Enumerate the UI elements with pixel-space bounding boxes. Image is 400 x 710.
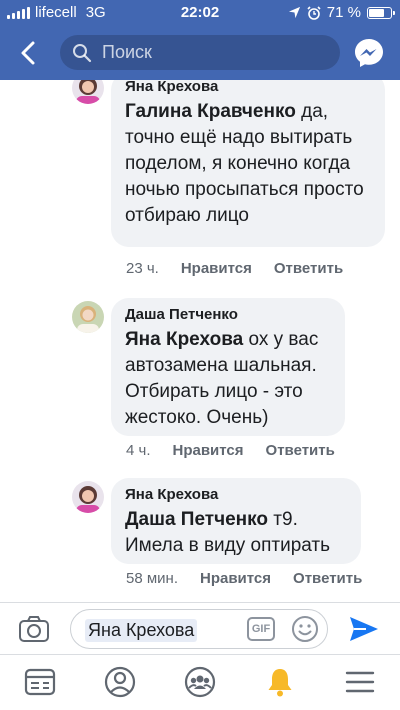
search-icon <box>73 43 92 62</box>
comment-bubble: Даша Петченко Яна Крехова ох у вас автоз… <box>111 298 345 436</box>
messenger-button[interactable] <box>352 36 386 70</box>
bottom-navigation <box>0 654 400 710</box>
location-icon <box>288 6 300 19</box>
like-button[interactable]: Нравится <box>181 260 252 277</box>
messenger-icon <box>355 39 383 67</box>
comment-composer: Яна Крехова GIF <box>0 602 400 654</box>
comment-list: Яна Крехова Галина Кравченко да, точно е… <box>0 80 400 602</box>
reply-button[interactable]: Ответить <box>274 260 343 277</box>
comment-text: Даша Петченко т9. Имела в виду оптирать <box>125 509 331 556</box>
back-button[interactable] <box>14 38 44 68</box>
emoji-button[interactable] <box>291 615 319 643</box>
comment-text: Яна Крехова ох у вас автозамена шальная.… <box>125 329 319 428</box>
back-arrow-icon <box>21 41 35 65</box>
battery-icon <box>367 6 395 19</box>
status-bar: lifecell 3G 22:02 71 % <box>0 0 400 26</box>
comment-actions: 58 мин. Нравится Ответить <box>126 570 384 587</box>
comment-actions: 23 ч. Нравится Ответить <box>126 260 365 277</box>
avatar[interactable] <box>72 301 104 333</box>
comment-author[interactable]: Яна Крехова <box>125 80 371 95</box>
reply-button[interactable]: Ответить <box>266 442 335 459</box>
comment-time: 23 ч. <box>126 260 159 277</box>
mention-link[interactable]: Яна Крехова <box>125 329 243 350</box>
mention-token[interactable]: Яна Крехова <box>85 619 198 642</box>
notifications-bell-icon <box>268 669 292 697</box>
camera-button[interactable] <box>18 615 50 643</box>
news-feed-icon <box>24 668 56 696</box>
camera-icon <box>19 616 49 642</box>
mention-link[interactable]: Даша Петченко <box>125 509 268 530</box>
nav-menu[interactable] <box>343 665 377 699</box>
nav-notifications[interactable] <box>263 665 297 699</box>
groups-icon <box>184 666 216 698</box>
nav-profile[interactable] <box>103 665 137 699</box>
comment-author[interactable]: Яна Крехова <box>125 486 347 503</box>
comment-bubble: Яна Крехова Галина Кравченко да, точно е… <box>111 80 385 247</box>
mention-link[interactable]: Галина Кравченко <box>125 101 296 122</box>
nav-news-feed[interactable] <box>23 665 57 699</box>
reply-button[interactable]: Ответить <box>293 570 362 587</box>
profile-icon <box>104 666 136 698</box>
gif-button[interactable]: GIF <box>247 617 275 641</box>
comment-time: 58 мин. <box>126 570 178 587</box>
send-icon <box>350 617 378 641</box>
search-input[interactable] <box>102 42 322 63</box>
search-bar[interactable] <box>60 35 340 70</box>
emoji-icon <box>292 616 318 642</box>
like-button[interactable]: Нравится <box>200 570 271 587</box>
like-button[interactable]: Нравится <box>173 442 244 459</box>
comment-time: 4 ч. <box>126 442 151 459</box>
top-bar: lifecell 3G 22:02 71 % <box>0 0 400 80</box>
battery-percent: 71 % <box>326 4 361 21</box>
avatar[interactable] <box>72 481 104 513</box>
comment-bubble: Яна Крехова Даша Петченко т9. Имела в ви… <box>111 478 361 564</box>
avatar[interactable] <box>72 80 104 104</box>
comment-input[interactable]: Яна Крехова GIF <box>70 609 328 649</box>
nav-groups[interactable] <box>183 665 217 699</box>
alarm-icon <box>307 5 321 20</box>
comment-author[interactable]: Даша Петченко <box>125 306 331 323</box>
comment-text: Галина Кравченко да, точно ещё надо выти… <box>125 101 364 226</box>
send-button[interactable] <box>348 615 380 643</box>
comment-actions: 4 ч. Нравится Ответить <box>126 442 357 459</box>
menu-icon <box>345 671 375 693</box>
